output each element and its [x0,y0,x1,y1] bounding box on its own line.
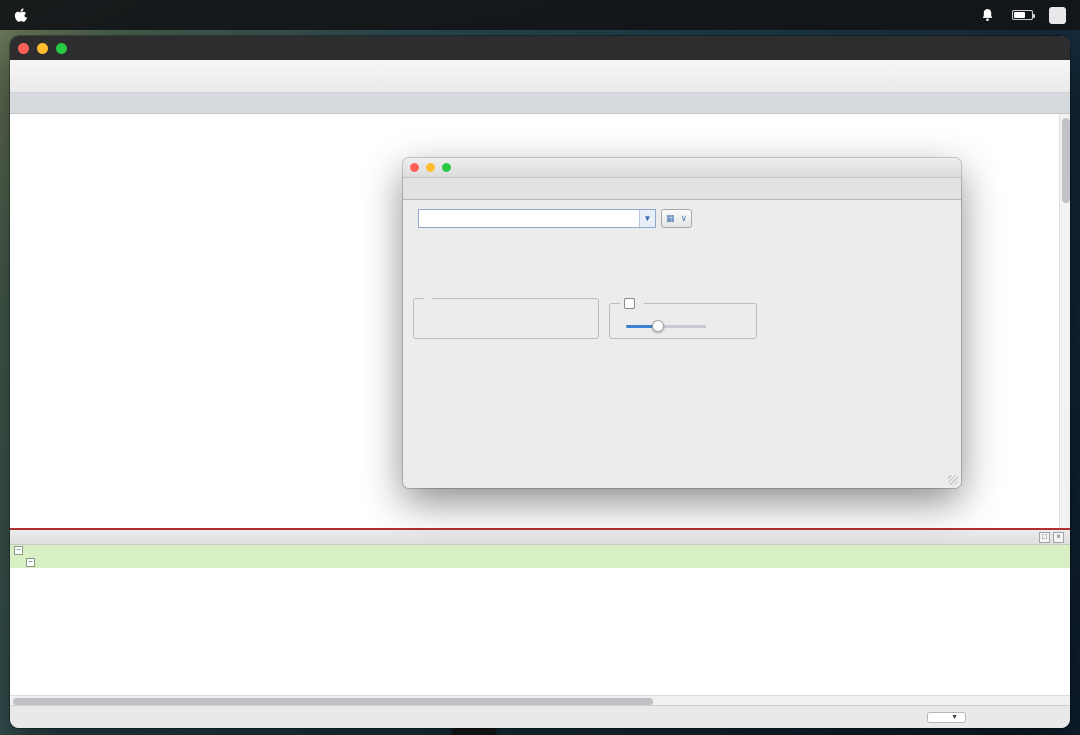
transparency-group [609,298,757,339]
panel-restore-icon[interactable]: □ [1039,531,1050,543]
resize-grip-icon[interactable] [948,475,958,485]
dialog-buttons [767,209,953,484]
collapse-icon[interactable]: − [14,546,23,556]
search-mode-group [413,298,599,339]
editor-vertical-scrollbar[interactable] [1059,114,1070,528]
chevron-down-icon: ∨ [680,213,688,223]
toolbar [10,60,1070,93]
dock-hint [452,727,496,735]
combo-dropdown-icon[interactable]: ▼ [639,210,655,227]
menubar [0,0,1080,30]
regex-hint-button[interactable]: ▦ ∨ [661,209,693,228]
zoom-traffic-light[interactable] [56,42,67,54]
panel-close-icon[interactable]: × [1053,531,1064,543]
dialog-tabs [403,178,961,200]
scrollbar-thumb[interactable] [13,697,653,705]
file-summary-row[interactable]: − [10,556,1070,568]
results-header: □ × [10,530,1070,545]
input-method-icon[interactable] [1049,6,1066,24]
slider-knob[interactable] [651,320,664,332]
battery-icon[interactable] [1012,10,1035,20]
dialog-close-traffic-light[interactable] [410,163,419,172]
find-input[interactable]: ▼ [418,209,656,228]
menubar-right [965,6,1066,24]
close-traffic-light[interactable] [18,42,29,54]
grid-icon: ▦ [666,213,675,223]
minimize-traffic-light[interactable] [37,42,48,54]
dialog-zoom-traffic-light[interactable] [442,163,451,172]
results-horizontal-scrollbar[interactable] [10,695,1070,705]
find-replace-dialog: ▼ ▦ ∨ [403,158,961,488]
search-results-panel: □ × − − [10,530,1070,695]
dialog-titlebar[interactable] [403,158,961,178]
tab-bar [10,93,1070,114]
collapse-icon[interactable]: − [26,557,35,567]
notification-bell-icon[interactable] [981,8,996,22]
desktop: □ × − − ▼ ▼ ▦ ∨ [0,0,1080,735]
status-bar: ▼ [10,705,1070,728]
transparency-checkbox[interactable] [624,298,635,309]
apple-menu-icon[interactable] [14,7,27,23]
dialog-body: ▼ ▦ ∨ [403,200,961,488]
window-titlebar[interactable] [10,36,1070,60]
search-summary-row[interactable]: − [10,545,1070,557]
chevron-down-icon: ▼ [951,713,958,721]
dialog-minimize-traffic-light[interactable] [426,163,435,172]
transparency-slider[interactable] [626,320,706,332]
scrollbar-thumb[interactable] [1061,118,1070,203]
eol-select[interactable]: ▼ [927,711,966,723]
